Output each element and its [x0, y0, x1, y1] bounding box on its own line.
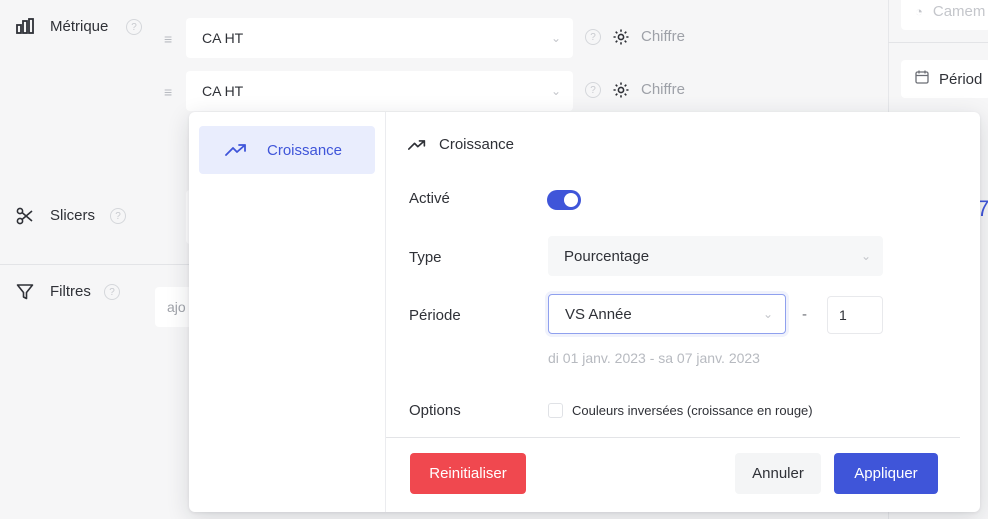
type-select-value: Pourcentage — [564, 247, 650, 265]
period-offset-value: 1 — [839, 307, 847, 323]
chevron-down-icon: ⌄ — [550, 84, 561, 98]
drag-handle-icon[interactable]: ≡ — [164, 31, 172, 47]
inverse-colors-checkbox[interactable] — [548, 403, 563, 418]
growth-popover: Croissance Croissance Activé Type Pource… — [189, 112, 980, 512]
enabled-label: Activé — [409, 190, 450, 207]
gear-icon[interactable] — [612, 81, 630, 104]
options-label: Options — [409, 402, 461, 419]
period-select[interactable]: Périod — [901, 60, 988, 98]
drag-handle-icon[interactable]: ≡ — [164, 84, 172, 100]
metric-section-label: Métrique — [50, 18, 109, 35]
popover-footer-divider — [386, 437, 960, 438]
period-separator: - — [802, 306, 807, 323]
period-select[interactable]: VS Année ⌄ — [548, 294, 786, 334]
sidebar-item-croissance[interactable]: Croissance — [199, 126, 375, 174]
chevron-down-icon: ⌄ — [550, 31, 561, 45]
slicers-help-icon[interactable]: ? — [110, 208, 126, 224]
metric-1-format-label[interactable]: Chiffre — [641, 28, 685, 45]
reset-button[interactable]: Reinitialiser — [410, 453, 526, 494]
popover-sidebar: Croissance — [189, 112, 386, 512]
chevron-down-icon: ⌄ — [762, 307, 773, 321]
chevron-down-icon: ⌄ — [860, 249, 871, 263]
filter-funnel-icon — [16, 283, 34, 306]
calendar-icon — [915, 70, 929, 89]
popover-title: Croissance — [439, 136, 515, 153]
cancel-button[interactable]: Annuler — [735, 453, 821, 494]
date-range-text: di 01 janv. 2023 - sa 07 janv. 2023 — [548, 350, 760, 366]
filters-help-icon[interactable]: ? — [104, 284, 120, 300]
toggle-knob — [564, 193, 578, 207]
enabled-toggle[interactable] — [547, 190, 581, 210]
gear-icon[interactable] — [612, 28, 630, 51]
sidebar-item-label: Croissance — [267, 141, 343, 159]
trending-up-icon — [408, 138, 426, 156]
right-panel-divider — [888, 42, 988, 43]
metric-select-2-value: CA HT — [202, 83, 244, 99]
type-select[interactable]: Pourcentage ⌄ — [548, 236, 883, 276]
chart-bar-icon — [16, 18, 34, 39]
metric-help-icon[interactable]: ? — [126, 19, 142, 35]
filters-section-label: Filtres — [50, 283, 91, 300]
trending-up-icon — [225, 143, 247, 157]
metric-2-format-label[interactable]: Chiffre — [641, 81, 685, 98]
period-label: Période — [409, 307, 461, 324]
period-offset-input[interactable]: 1 — [827, 296, 883, 334]
chart-type-select[interactable]: ◔ Camem — [901, 0, 988, 30]
period-select-text: Périod — [939, 70, 983, 88]
filters-input-text: ajo — [167, 299, 186, 315]
metric-2-help-icon[interactable]: ? — [585, 82, 601, 98]
type-label: Type — [409, 249, 442, 266]
metric-1-help-icon[interactable]: ? — [585, 29, 601, 45]
section-divider — [0, 264, 190, 265]
slicers-section-label: Slicers — [50, 207, 96, 224]
chart-type-text: Camem — [932, 2, 986, 20]
pie-chart-icon: ◔ — [915, 3, 923, 19]
inverse-colors-label: Couleurs inversées (croissance en rouge) — [572, 403, 813, 418]
period-select-value: VS Année — [565, 305, 632, 323]
metric-select-2[interactable]: CA HT ⌄ — [186, 71, 573, 111]
metric-select-1[interactable]: CA HT ⌄ — [186, 18, 573, 58]
scissors-icon — [16, 207, 34, 230]
metric-select-1-value: CA HT — [202, 30, 244, 46]
popover-main: Croissance Activé Type Pourcentage ⌄ Pér… — [386, 112, 980, 512]
apply-button[interactable]: Appliquer — [834, 453, 938, 494]
